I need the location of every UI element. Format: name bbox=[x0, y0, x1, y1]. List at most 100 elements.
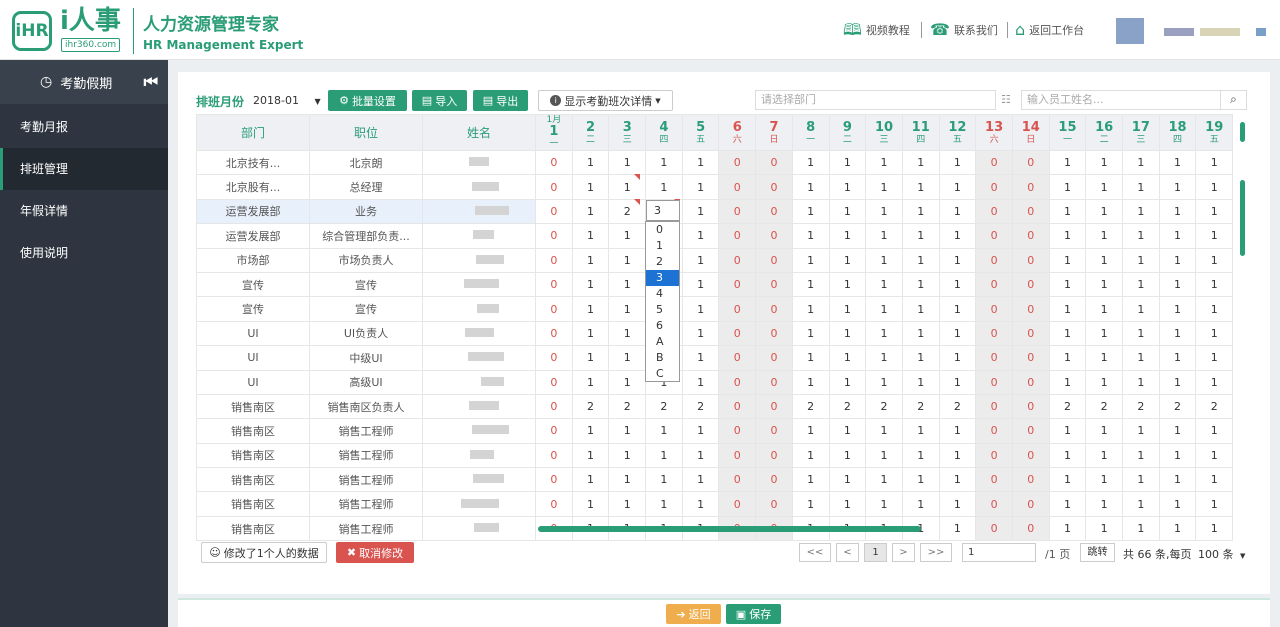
shift-cell[interactable]: 1 bbox=[1085, 418, 1123, 444]
shift-cell[interactable]: 1 bbox=[901, 198, 940, 225]
shift-cell[interactable]: 2 bbox=[865, 393, 903, 420]
shift-cell[interactable]: 0 bbox=[1011, 345, 1050, 371]
shift-cell[interactable]: 1 bbox=[1122, 418, 1160, 444]
shift-cell[interactable]: 1 bbox=[1048, 174, 1087, 200]
shift-cell[interactable]: 1 bbox=[828, 198, 867, 225]
shift-cell[interactable]: 1 bbox=[901, 149, 940, 176]
user-menu[interactable] bbox=[1256, 28, 1266, 36]
shift-cell[interactable]: 1 bbox=[1122, 345, 1160, 371]
nav-video-tutorial[interactable]: 🕮 视频教程 bbox=[843, 22, 910, 38]
shift-cell[interactable]: 1 bbox=[1122, 467, 1160, 493]
shift-cell[interactable]: 1 bbox=[791, 174, 830, 200]
shift-cell[interactable]: 1 bbox=[828, 442, 867, 469]
shift-cell[interactable]: 1 bbox=[1122, 247, 1160, 273]
shift-cell[interactable]: 1 bbox=[1122, 369, 1160, 395]
shift-cell[interactable]: 0 bbox=[755, 345, 793, 371]
shift-cell[interactable]: 1 bbox=[681, 467, 720, 493]
shift-cell[interactable]: 1 bbox=[865, 345, 903, 371]
shift-cell[interactable]: 1 bbox=[608, 369, 647, 395]
modified-count-button[interactable]: ☺ 修改了1个人的数据 bbox=[201, 542, 327, 563]
shift-cell[interactable]: 1 bbox=[1085, 442, 1123, 469]
shift-cell[interactable]: 0 bbox=[755, 491, 793, 517]
shift-cell[interactable]: 1 bbox=[1195, 345, 1234, 371]
shift-cell[interactable]: 2 bbox=[1048, 393, 1087, 420]
shift-cell[interactable]: 2 bbox=[1158, 393, 1197, 420]
shift-cell[interactable]: 0 bbox=[535, 369, 573, 395]
shift-cell[interactable]: 2 bbox=[1195, 393, 1234, 420]
shift-cell[interactable]: 1 bbox=[828, 369, 867, 395]
shift-cell[interactable]: 1 bbox=[1122, 223, 1160, 249]
shift-cell[interactable]: 1 bbox=[865, 296, 903, 322]
shift-cell[interactable]: 0 bbox=[1011, 515, 1050, 542]
shift-cell[interactable]: 1 bbox=[1122, 491, 1160, 517]
shift-cell[interactable]: 1 bbox=[608, 320, 647, 347]
shift-cell[interactable]: 1 bbox=[938, 149, 977, 176]
shift-cell[interactable]: 1 bbox=[791, 247, 830, 273]
shift-cell[interactable]: 1 bbox=[681, 149, 720, 176]
shift-cell[interactable]: 1 bbox=[645, 418, 683, 444]
shift-cell[interactable]: 1 bbox=[1085, 491, 1123, 517]
shift-cell[interactable]: 1 bbox=[1085, 515, 1123, 542]
shift-cell[interactable]: 1 bbox=[938, 418, 977, 444]
shift-cell[interactable]: 0 bbox=[755, 320, 793, 347]
shift-detail-toggle[interactable]: i 显示考勤班次详情 ▼ bbox=[538, 90, 673, 111]
sidebar-item-shift-management[interactable]: 排班管理 bbox=[0, 148, 168, 190]
shift-cell[interactable]: 1 bbox=[1048, 247, 1087, 273]
shift-cell[interactable]: 1 bbox=[1085, 174, 1123, 200]
shift-cell[interactable]: 1 bbox=[1158, 149, 1197, 176]
shift-cell[interactable]: 0 bbox=[975, 174, 1013, 200]
shift-cell[interactable]: 1 bbox=[1085, 369, 1123, 395]
shift-cell[interactable]: 0 bbox=[718, 149, 757, 176]
shift-cell[interactable]: 1 bbox=[828, 320, 867, 347]
shift-cell[interactable]: 1 bbox=[1195, 174, 1234, 200]
nav-contact[interactable]: ☎ 联系我们 bbox=[930, 22, 998, 38]
shift-cell[interactable]: 0 bbox=[755, 369, 793, 395]
shift-cell[interactable]: 1 bbox=[681, 320, 720, 347]
shift-cell[interactable]: 1 bbox=[681, 198, 720, 225]
shift-cell[interactable]: 1 bbox=[681, 369, 720, 395]
shift-cell[interactable]: 1 bbox=[901, 247, 940, 273]
page-number-input[interactable]: 1 bbox=[962, 543, 1036, 562]
shift-cell[interactable]: 1 bbox=[938, 442, 977, 469]
shift-cell[interactable]: 0 bbox=[1011, 174, 1050, 200]
shift-cell[interactable]: 0 bbox=[1011, 418, 1050, 444]
shift-cell[interactable]: 0 bbox=[975, 320, 1013, 347]
shift-cell[interactable]: 1 bbox=[1195, 515, 1234, 542]
shift-cell[interactable]: 1 bbox=[571, 491, 610, 517]
shift-cell[interactable]: 0 bbox=[1011, 223, 1050, 249]
shift-cell[interactable]: 0 bbox=[975, 467, 1013, 493]
shift-cell[interactable]: 0 bbox=[975, 345, 1013, 371]
shift-cell[interactable]: 1 bbox=[608, 271, 647, 298]
shift-cell[interactable]: 1 bbox=[571, 442, 610, 469]
search-icon[interactable]: ⌕ bbox=[1220, 90, 1247, 110]
shift-cell[interactable]: 1 bbox=[1122, 149, 1160, 176]
shift-cell[interactable]: 1 bbox=[865, 223, 903, 249]
shift-cell[interactable]: 1 bbox=[901, 223, 940, 249]
back-button[interactable]: ➔ 返回 bbox=[666, 604, 721, 624]
shift-cell[interactable]: 2 bbox=[1122, 393, 1160, 420]
shift-cell[interactable]: 1 bbox=[571, 467, 610, 493]
shift-cell[interactable]: 2 bbox=[828, 393, 867, 420]
shift-cell[interactable]: 0 bbox=[975, 418, 1013, 444]
shift-cell[interactable]: 0 bbox=[975, 223, 1013, 249]
shift-cell[interactable]: 1 bbox=[1195, 149, 1234, 176]
shift-cell[interactable]: 1 bbox=[828, 467, 867, 493]
shift-cell[interactable]: 1 bbox=[1122, 515, 1160, 542]
shift-cell[interactable]: 1 bbox=[938, 223, 977, 249]
shift-cell[interactable]: 0 bbox=[755, 271, 793, 298]
shift-cell[interactable]: 1 bbox=[1122, 198, 1160, 225]
shift-cell[interactable]: 1 bbox=[1085, 467, 1123, 493]
shift-cell[interactable]: 1 bbox=[681, 247, 720, 273]
shift-cell[interactable]: 1 bbox=[865, 491, 903, 517]
shift-cell[interactable]: 1 bbox=[1195, 491, 1234, 517]
shift-cell[interactable]: 0 bbox=[1011, 467, 1050, 493]
shift-cell[interactable]: 0 bbox=[718, 174, 757, 200]
shift-cell[interactable]: 1 bbox=[571, 149, 610, 176]
shift-cell[interactable]: 0 bbox=[1011, 442, 1050, 469]
shift-cell[interactable]: 1 bbox=[828, 174, 867, 200]
page-next-button[interactable]: > bbox=[892, 543, 915, 562]
shift-cell[interactable]: 1 bbox=[681, 491, 720, 517]
shift-cell[interactable]: 2 bbox=[608, 198, 647, 225]
shift-cell[interactable]: 1 bbox=[938, 198, 977, 225]
shift-cell[interactable]: 1 bbox=[938, 174, 977, 200]
